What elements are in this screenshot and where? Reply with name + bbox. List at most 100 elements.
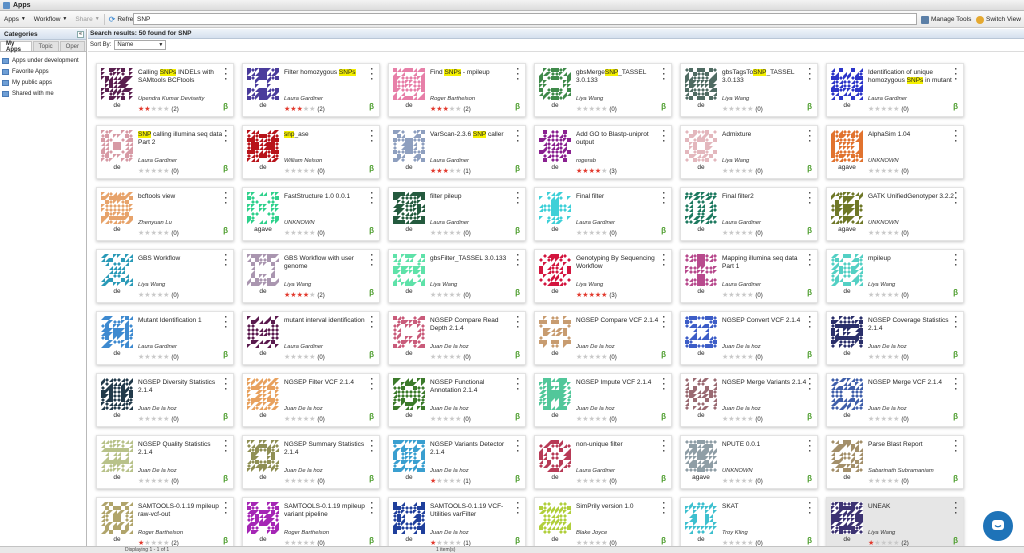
app-card[interactable]: de mutant interval identification Laura Ga… xyxy=(242,311,380,365)
star-icon[interactable]: ★ xyxy=(747,168,753,175)
more-options-icon[interactable]: · · · xyxy=(808,65,812,84)
sort-select[interactable]: Name ▼ xyxy=(114,40,167,50)
more-options-icon[interactable]: · · · xyxy=(954,65,958,84)
app-icon[interactable] xyxy=(101,378,133,410)
app-name[interactable]: AlphaSim 1.04 xyxy=(868,131,954,139)
app-card[interactable]: de SKAT Troy Kling ★ ★ ★ ★ ★ (0) · · · β xyxy=(680,497,818,551)
star-icon[interactable]: ★ xyxy=(163,168,169,175)
app-icon[interactable] xyxy=(393,68,425,100)
chat-button[interactable] xyxy=(983,511,1013,541)
more-options-icon[interactable]: · · · xyxy=(370,313,374,332)
star-icon[interactable]: ★ xyxy=(601,292,607,299)
app-icon[interactable] xyxy=(393,378,425,410)
category-favorite-apps[interactable]: Favorite Apps xyxy=(2,66,84,77)
app-card[interactable]: de NGSEP Merge Variants 2.1.4 Juan De la h… xyxy=(680,373,818,427)
app-name[interactable]: NPUTE 0.0.1 xyxy=(722,441,808,449)
app-icon[interactable] xyxy=(101,440,133,472)
app-name[interactable]: Admixture xyxy=(722,131,808,139)
app-card[interactable]: de Add GO to Blastp-uniprot output rogerab… xyxy=(534,125,672,179)
app-card[interactable]: de Calling SNPs INDELs with SAMtools BCFt… xyxy=(96,63,234,117)
app-icon[interactable] xyxy=(685,68,717,100)
app-card[interactable]: de Final filter Laura Gardiner ★ ★ ★ ★ ★ (0) · · · β xyxy=(534,187,672,241)
app-icon[interactable] xyxy=(393,316,425,348)
rating-stars[interactable]: ★ ★ ★ ★ ★ (0) xyxy=(722,168,763,175)
app-name[interactable]: SNP calling illumina seq data Part 2 xyxy=(138,131,224,147)
star-icon[interactable]: ★ xyxy=(163,354,169,361)
more-options-icon[interactable]: · · · xyxy=(662,437,666,456)
star-icon[interactable]: ★ xyxy=(163,416,169,423)
star-icon[interactable]: ★ xyxy=(893,478,899,485)
star-icon[interactable]: ★ xyxy=(747,292,753,299)
more-options-icon[interactable]: · · · xyxy=(516,251,520,270)
tab-operation[interactable]: Oper xyxy=(59,41,85,51)
app-name[interactable]: FastStructure 1.0 0.0.1 xyxy=(284,193,370,201)
star-icon[interactable]: ★ xyxy=(601,230,607,237)
more-options-icon[interactable]: · · · xyxy=(516,313,520,332)
star-icon[interactable]: ★ xyxy=(455,354,461,361)
app-card[interactable]: de VarScan-2.3.6 SNP caller Laura Gardiner… xyxy=(388,125,526,179)
app-card[interactable]: agave GATK UnifiedGenotyper 3.2.2 UNKNOWN ★… xyxy=(826,187,964,241)
app-name[interactable]: GATK UnifiedGenotyper 3.2.2 xyxy=(868,193,954,201)
app-card[interactable]: de NGSEP Merge VCF 2.1.4 Juan De la hoz ★ ★ ★… xyxy=(826,373,964,427)
app-icon[interactable] xyxy=(539,254,571,286)
app-icon[interactable] xyxy=(831,254,863,286)
app-name[interactable]: SimPrily version 1.0 xyxy=(576,503,662,511)
rating-stars[interactable]: ★ ★ ★ ★ ★ (1) xyxy=(430,478,471,485)
star-icon[interactable]: ★ xyxy=(601,106,607,113)
rating-stars[interactable]: ★ ★ ★ ★ ★ (0) xyxy=(138,478,179,485)
app-icon[interactable] xyxy=(393,502,425,534)
more-options-icon[interactable]: · · · xyxy=(370,127,374,146)
app-card[interactable]: de bcftools view Zhenyuan Lu ★ ★ ★ ★ ★ (0) · · · β xyxy=(96,187,234,241)
app-name[interactable]: Mutant Identification 1 xyxy=(138,317,224,325)
star-icon[interactable]: ★ xyxy=(455,416,461,423)
more-options-icon[interactable]: · · · xyxy=(954,499,958,518)
rating-stars[interactable]: ★ ★ ★ ★ ★ (0) xyxy=(722,106,763,113)
rating-stars[interactable]: ★ ★ ★ ★ ★ (0) xyxy=(284,354,325,361)
app-card[interactable]: de NGSEP Diversity Statistics 2.1.4 Juan D… xyxy=(96,373,234,427)
app-name[interactable]: NGSEP Compare VCF 2.1.4 xyxy=(576,317,662,325)
app-card[interactable]: de non-unique filter Laura Gardiner ★ ★ ★ ★ ★ (0… xyxy=(534,435,672,489)
app-icon[interactable] xyxy=(247,502,279,534)
star-icon[interactable]: ★ xyxy=(163,230,169,237)
app-name[interactable]: SKAT xyxy=(722,503,808,511)
more-options-icon[interactable]: · · · xyxy=(516,65,520,84)
rating-stars[interactable]: ★ ★ ★ ★ ★ (0) xyxy=(284,478,325,485)
app-name[interactable]: SAMTOOLS-0.1.19 mpileup variant pipeline xyxy=(284,503,370,519)
app-icon[interactable] xyxy=(831,68,863,100)
star-icon[interactable]: ★ xyxy=(309,168,315,175)
app-card[interactable]: de Final filter2 Laura Gardiner ★ ★ ★ ★ ★ (0) · · ·… xyxy=(680,187,818,241)
star-icon[interactable]: ★ xyxy=(747,230,753,237)
app-card[interactable]: de Filter homozygous SNPs Laura Gardiner ★ ★… xyxy=(242,63,380,117)
rating-stars[interactable]: ★ ★ ★ ★ ★ (2) xyxy=(430,106,471,113)
app-card[interactable]: de NGSEP Compare Read Depth 2.1.4 Juan De … xyxy=(388,311,526,365)
app-icon[interactable] xyxy=(685,440,717,472)
app-icon[interactable] xyxy=(393,130,425,162)
star-icon[interactable]: ★ xyxy=(309,478,315,485)
app-icon[interactable] xyxy=(101,192,133,224)
app-card[interactable]: de filter pileup Laura Gardiner ★ ★ ★ ★ ★ (0) · · ·… xyxy=(388,187,526,241)
app-card[interactable]: de NGSEP Variants Detector 2.1.4 Juan De l… xyxy=(388,435,526,489)
rating-stars[interactable]: ★ ★ ★ ★ ★ (0) xyxy=(284,230,325,237)
app-card[interactable]: de NGSEP Compare VCF 2.1.4 Juan De la hoz ★… xyxy=(534,311,672,365)
app-icon[interactable] xyxy=(685,316,717,348)
more-options-icon[interactable]: · · · xyxy=(224,65,228,84)
app-name[interactable]: non-unique filter xyxy=(576,441,662,449)
app-card[interactable]: de SNP calling illumina seq data Part 2 La… xyxy=(96,125,234,179)
more-options-icon[interactable]: · · · xyxy=(370,189,374,208)
app-card[interactable]: de SAMTOOLS-0.1.19 mpileup raw-vcf-out Rog… xyxy=(96,497,234,551)
more-options-icon[interactable]: · · · xyxy=(224,499,228,518)
star-icon[interactable]: ★ xyxy=(601,478,607,485)
rating-stars[interactable]: ★ ★ ★ ★ ★ (3) xyxy=(576,292,617,299)
more-options-icon[interactable]: · · · xyxy=(662,313,666,332)
star-icon[interactable]: ★ xyxy=(747,478,753,485)
app-name[interactable]: NGSEP Functional Annotation 2.1.4 xyxy=(430,379,516,395)
app-name[interactable]: NGSEP Impute VCF 2.1.4 xyxy=(576,379,662,387)
app-card[interactable]: de SAMTOOLS-0.1.19 mpileup variant pipeli… xyxy=(242,497,380,551)
app-icon[interactable] xyxy=(685,254,717,286)
app-name[interactable]: gbsMergeSNP_TASSEL 3.0.133 xyxy=(576,69,662,85)
app-card[interactable]: agave FastStructure 1.0 0.0.1 UNKNOWN ★ ★ ★ ★ ★… xyxy=(242,187,380,241)
star-icon[interactable]: ★ xyxy=(893,416,899,423)
app-name[interactable]: gbsTagsToSNP_TASSEL 3.0.133 xyxy=(722,69,808,85)
app-name[interactable]: VarScan-2.3.6 SNP caller xyxy=(430,131,516,139)
more-options-icon[interactable]: · · · xyxy=(224,437,228,456)
